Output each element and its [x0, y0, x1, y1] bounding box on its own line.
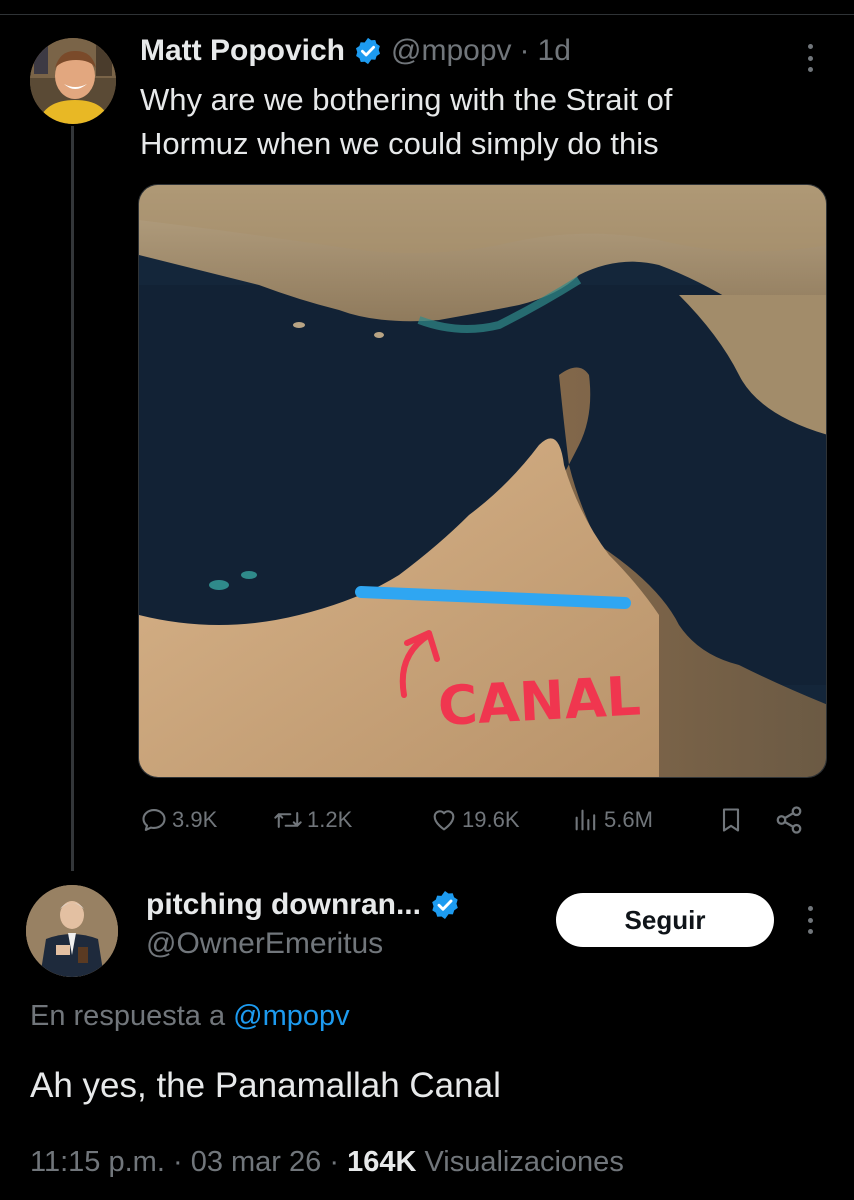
- thread-connector-line: [71, 126, 74, 871]
- retweet-button[interactable]: 1.2K: [273, 800, 352, 840]
- share-button[interactable]: [774, 800, 808, 840]
- tweet-text-line: Why are we bothering with the Strait of: [140, 82, 673, 117]
- tweet-text: Why are we bothering with the Strait of …: [140, 78, 830, 166]
- author-name[interactable]: Matt Popovich: [140, 34, 345, 68]
- top-divider: [0, 14, 854, 15]
- heart-icon: [433, 810, 455, 831]
- replying-to-label: En respuesta a: [30, 1000, 226, 1032]
- reply-time[interactable]: 11:15 p.m.: [30, 1146, 165, 1178]
- meta-separator: ·: [172, 1146, 183, 1178]
- share-icon: [776, 806, 802, 834]
- canal-annotation-text: CANAL: [436, 664, 642, 738]
- reply-author-handle[interactable]: @OwnerEmeritus: [146, 927, 383, 961]
- tweet-text-line: Hormuz when we could simply do this: [140, 126, 659, 161]
- author-avatar[interactable]: [30, 38, 116, 124]
- reply-author-name[interactable]: pitching downran...: [146, 888, 421, 922]
- author-handle[interactable]: @mpopv: [391, 34, 512, 68]
- like-count: 19.6K: [462, 807, 520, 832]
- reply-meta: 11:15 p.m. · 03 mar 26 · 164K Visualizac…: [30, 1146, 624, 1179]
- bookmark-button[interactable]: [717, 800, 749, 840]
- tweet-header: Matt Popovich @mpopv · 1d: [140, 30, 571, 72]
- meta-separator: ·: [329, 1146, 339, 1178]
- header-separator: ·: [519, 34, 530, 67]
- views-button[interactable]: 5.6M: [572, 800, 653, 840]
- reply-views-count: 164K: [347, 1146, 417, 1178]
- reply-date[interactable]: 03 mar 26: [191, 1146, 322, 1178]
- reply-count: 3.9K: [172, 807, 218, 832]
- tweet-media-image[interactable]: CANAL: [138, 184, 827, 778]
- verified-badge-icon: [353, 36, 383, 66]
- reply-text: Ah yes, the Panamallah Canal: [30, 1066, 501, 1105]
- like-button[interactable]: 19.6K: [430, 800, 520, 840]
- replying-to-line: En respuesta a @mpopv: [30, 1000, 350, 1033]
- replying-to-mention-link[interactable]: @mpopv: [233, 1000, 349, 1032]
- reply-views-label: Visualizaciones: [424, 1146, 624, 1178]
- reply-icon: [142, 809, 166, 831]
- more-options-icon[interactable]: [800, 902, 820, 938]
- bookmark-icon: [722, 808, 740, 832]
- tweet-timestamp[interactable]: 1d: [538, 34, 571, 68]
- reply-author-avatar[interactable]: [26, 885, 118, 977]
- reply-author-name-row: pitching downran...: [146, 884, 461, 926]
- follow-button[interactable]: Seguir: [556, 893, 774, 947]
- views-chart-icon: [575, 809, 596, 831]
- more-options-icon[interactable]: [800, 40, 820, 76]
- verified-badge-icon: [429, 889, 461, 921]
- views-count: 5.6M: [604, 807, 653, 832]
- reply-button[interactable]: 3.9K: [140, 800, 217, 840]
- retweet-count: 1.2K: [307, 807, 353, 832]
- retweet-icon: [274, 812, 302, 828]
- tweet-actions-bar: 3.9K 1.2K 19.6K 5.6M: [140, 800, 820, 840]
